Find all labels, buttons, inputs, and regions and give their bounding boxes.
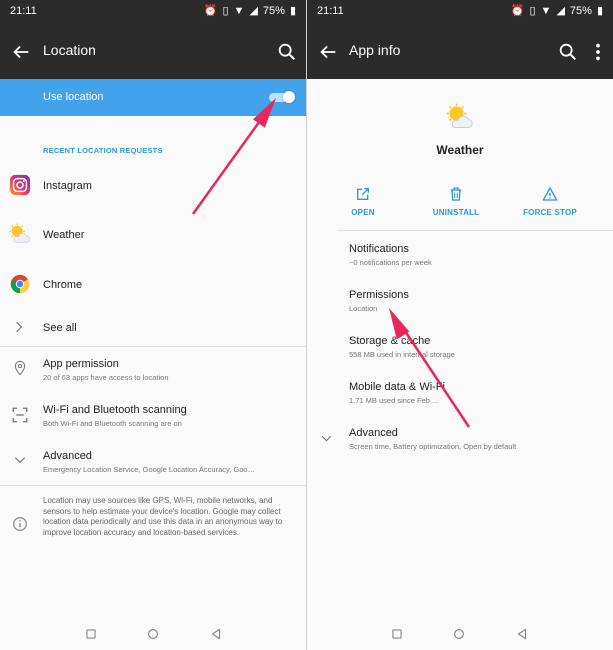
force-stop-button[interactable]: FORCE STOP	[510, 186, 590, 217]
wifi-icon: ▼	[540, 5, 552, 17]
uninstall-label: UNINSTALL	[432, 208, 480, 217]
use-location-label: Use location	[43, 91, 104, 103]
chrome-icon	[10, 274, 30, 294]
nav-bar	[0, 618, 306, 650]
divider	[0, 346, 306, 347]
open-label: OPEN	[351, 208, 375, 217]
page-title: Location	[43, 42, 96, 58]
divider	[337, 230, 613, 231]
recents-nav-icon[interactable]	[390, 627, 404, 641]
item-title: Mobile data & Wi-Fi	[349, 381, 445, 393]
setting-subtitle: Emergency Location Service, Google Locat…	[43, 465, 256, 474]
item-subtitle: Screen time, Battery optimization, Open …	[349, 442, 517, 451]
app-bar: Location	[0, 24, 306, 79]
home-nav-icon[interactable]	[452, 627, 466, 641]
setting-title: Wi-Fi and Bluetooth scanning	[43, 404, 187, 416]
weather-app-icon	[446, 103, 473, 128]
item-subtitle: ~0 notifications per week	[349, 258, 432, 267]
app-info-screen: 21:11 ⏰ ▯ ▼ ◢ 75% ▮ App info Weather OPE…	[307, 0, 613, 650]
item-title: Notifications	[349, 243, 409, 255]
app-bar: App info	[307, 24, 613, 79]
status-bar: 21:11 ⏰ ▯ ▼ ◢ 75% ▮	[307, 0, 613, 24]
app-permission-row[interactable]: App permission 20 of 63 apps have access…	[0, 352, 306, 386]
nav-bar	[307, 618, 613, 650]
home-nav-icon[interactable]	[146, 627, 160, 641]
recent-app-weather[interactable]: Weather	[0, 221, 306, 249]
uninstall-button[interactable]: UNINSTALL	[416, 186, 496, 217]
item-subtitle: Location	[349, 304, 378, 313]
item-title: Storage & cache	[349, 335, 431, 347]
info-icon	[13, 517, 27, 531]
item-title: Permissions	[349, 289, 409, 301]
signal-icon: ◢	[249, 5, 258, 17]
annotation-arrow	[389, 308, 471, 428]
alarm-icon: ⏰	[510, 5, 525, 17]
notifications-row[interactable]: Notifications ~0 notifications per week	[307, 240, 613, 272]
trash-icon	[450, 187, 462, 201]
item-title: Advanced	[349, 427, 398, 439]
location-pin-icon	[14, 360, 26, 376]
back-arrow-icon[interactable]	[10, 41, 32, 63]
setting-subtitle: Both Wi-Fi and Bluetooth scanning are on	[43, 419, 182, 428]
setting-title: App permission	[43, 358, 119, 370]
location-screen: 21:11 ⏰ ▯ ▼ ◢ 75% ▮ Location Use locatio…	[0, 0, 306, 650]
search-icon[interactable]	[557, 41, 579, 63]
force-stop-label: FORCE STOP	[523, 208, 577, 217]
location-info-text: Location may use sources like GPS, Wi-Fi…	[43, 496, 283, 537]
wifi-icon: ▼	[233, 5, 245, 17]
search-icon[interactable]	[276, 41, 298, 63]
open-external-icon	[357, 188, 369, 200]
storage-cache-row[interactable]: Storage & cache 558 MB used in internal …	[307, 332, 613, 364]
app-name: Weather	[436, 143, 484, 157]
battery-text: 75%	[569, 5, 592, 17]
back-nav-icon[interactable]	[515, 627, 529, 641]
recents-nav-icon[interactable]	[84, 627, 98, 641]
recent-app-chrome[interactable]: Chrome	[0, 271, 306, 299]
instagram-icon	[9, 174, 31, 196]
wifi-bluetooth-scanning-row[interactable]: Wi-Fi and Bluetooth scanning Both Wi-Fi …	[0, 398, 306, 432]
recent-app-label: Instagram	[43, 180, 92, 192]
recent-requests-header: RECENT LOCATION REQUESTS	[43, 146, 163, 155]
back-nav-icon[interactable]	[209, 627, 223, 641]
divider	[0, 485, 306, 486]
back-arrow-icon[interactable]	[317, 41, 339, 63]
see-all-row[interactable]: See all	[0, 316, 306, 340]
page-title: App info	[349, 42, 401, 58]
battery-icon: ▮	[596, 5, 603, 17]
use-location-row[interactable]: Use location	[0, 79, 306, 116]
weather-sun-cloud-icon	[9, 223, 30, 243]
permissions-row[interactable]: Permissions Location	[307, 286, 613, 318]
use-location-toggle[interactable]	[269, 90, 296, 105]
vibrate-icon: ▯	[222, 5, 229, 17]
battery-icon: ▮	[289, 5, 296, 17]
see-all-label: See all	[43, 322, 77, 334]
setting-subtitle: 20 of 63 apps have access to location	[43, 373, 169, 382]
item-subtitle: 558 MB used in internal storage	[349, 350, 455, 359]
signal-icon: ◢	[556, 5, 565, 17]
recent-app-label: Chrome	[43, 279, 83, 291]
vibrate-icon: ▯	[529, 5, 536, 17]
recent-app-instagram[interactable]: Instagram	[0, 172, 306, 200]
chevron-down-icon	[321, 435, 332, 442]
chevron-right-icon	[16, 321, 23, 333]
alarm-icon: ⏰	[203, 5, 218, 17]
mobile-data-wifi-row[interactable]: Mobile data & Wi-Fi 1.71 MB used since F…	[307, 378, 613, 410]
scan-icon	[12, 407, 28, 423]
more-options-icon[interactable]	[587, 41, 609, 63]
advanced-row[interactable]: Advanced Screen time, Battery optimizati…	[307, 424, 613, 456]
status-time: 21:11	[317, 5, 344, 17]
battery-text: 75%	[262, 5, 285, 17]
open-button[interactable]: OPEN	[323, 186, 403, 217]
item-subtitle: 1.71 MB used since Feb ...	[349, 396, 439, 405]
status-bar: 21:11 ⏰ ▯ ▼ ◢ 75% ▮	[0, 0, 306, 24]
status-time: 21:11	[10, 5, 37, 17]
chevron-down-icon	[14, 457, 26, 464]
advanced-row[interactable]: Advanced Emergency Location Service, Goo…	[0, 444, 306, 478]
setting-title: Advanced	[43, 450, 92, 462]
warning-icon	[542, 187, 558, 201]
recent-app-label: Weather	[43, 229, 85, 241]
